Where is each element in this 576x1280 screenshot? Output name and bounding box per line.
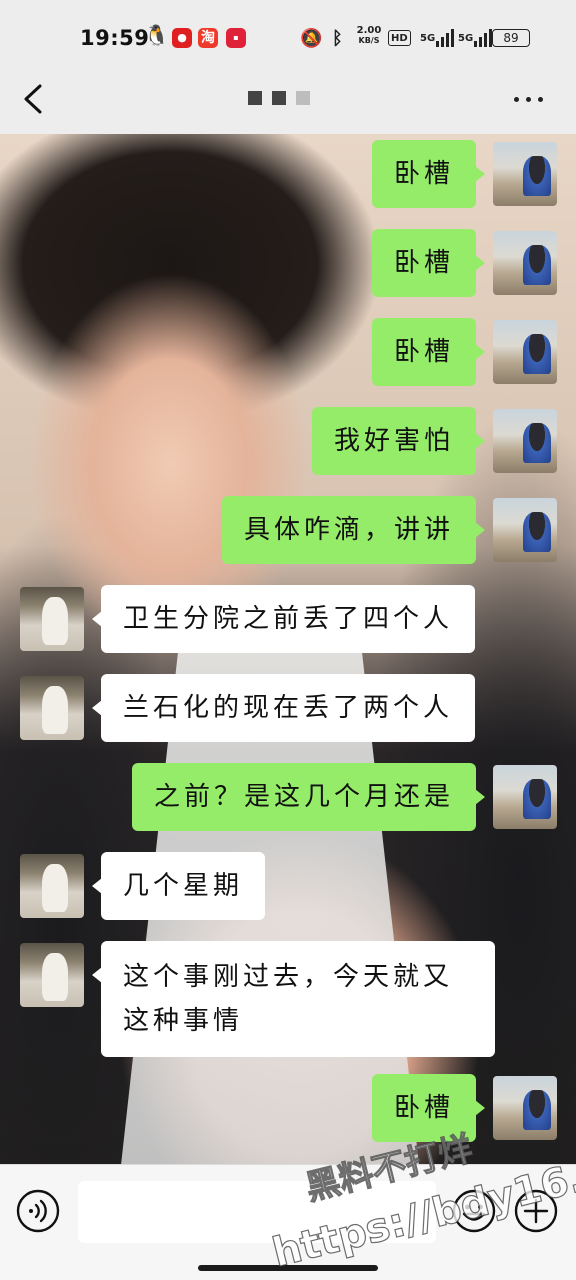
- app-notification-icon: ●: [172, 28, 192, 48]
- network-speed-value: 2.00: [356, 25, 382, 36]
- my-avatar[interactable]: [493, 1076, 557, 1140]
- my-avatar[interactable]: [493, 231, 557, 295]
- message-bubble-received[interactable]: 几个星期: [91, 852, 266, 920]
- redacted-block: [296, 91, 310, 105]
- message-bubble-sent[interactable]: 卧槽: [371, 229, 486, 297]
- message-bubble-received[interactable]: 卫生分院之前丢了四个人: [91, 585, 476, 653]
- taobao-icon: 淘: [198, 28, 218, 48]
- battery-icon: 89: [492, 29, 530, 47]
- message-row: 卧槽: [0, 229, 576, 299]
- message-row: 卫生分院之前丢了四个人: [0, 585, 576, 655]
- message-row: 几个星期: [0, 852, 576, 922]
- message-row: 卧槽: [0, 1074, 576, 1144]
- message-bubble-sent[interactable]: 具体咋滴，讲讲: [221, 496, 486, 564]
- message-bubble-sent[interactable]: 我好害怕: [311, 407, 486, 475]
- message-bubble-received[interactable]: 这个事刚过去，今天就又这种事情: [92, 941, 495, 1057]
- message-row: 兰石化的现在丢了两个人: [0, 674, 576, 744]
- my-avatar[interactable]: [493, 320, 557, 384]
- signal-label: 5G: [420, 32, 436, 44]
- redacted-block: [248, 91, 262, 105]
- my-avatar[interactable]: [493, 498, 557, 562]
- message-row: 这个事刚过去，今天就又这种事情: [0, 941, 576, 1057]
- contact-avatar[interactable]: [20, 854, 84, 918]
- hd-badge: HD: [388, 30, 411, 46]
- status-time: 19:59: [80, 26, 150, 50]
- network-speed-unit: KB/S: [358, 36, 380, 45]
- message-bubble-received[interactable]: 兰石化的现在丢了两个人: [91, 674, 476, 742]
- qq-icon: 🐧: [144, 23, 169, 47]
- contact-avatar[interactable]: [20, 943, 84, 1007]
- contact-avatar[interactable]: [20, 676, 84, 740]
- message-bubble-sent[interactable]: 卧槽: [371, 140, 486, 208]
- my-avatar[interactable]: [493, 142, 557, 206]
- message-row: 我好害怕: [0, 407, 576, 477]
- redbook-icon: ▪: [226, 28, 246, 48]
- signal-label: 5G: [458, 32, 474, 44]
- contact-avatar[interactable]: [20, 587, 84, 651]
- chat-header: [0, 64, 576, 134]
- signal-icon: 5G: [458, 26, 493, 50]
- more-options-icon[interactable]: [514, 92, 548, 106]
- signal-icon: 5G: [420, 26, 455, 50]
- network-speed: 2.00 KB/S: [356, 26, 382, 50]
- message-bubble-sent[interactable]: 卧槽: [371, 318, 486, 386]
- chat-area[interactable]: 卧槽 卧槽 卧槽 我好害怕 具体咋滴，讲讲 卫生分院之前丢了四个人 兰石化的现在…: [0, 134, 576, 1164]
- status-bar: 19:59 🐧 ● 淘 ▪ 🔕 ᛒ 2.00 KB/S HD 5G 5G 89: [0, 0, 576, 64]
- voice-icon[interactable]: [16, 1189, 60, 1233]
- bluetooth-icon: ᛒ: [332, 27, 343, 49]
- message-row: 具体咋滴，讲讲: [0, 496, 576, 566]
- battery-level: 89: [503, 31, 519, 45]
- message-bubble-sent[interactable]: 之前？是这几个月还是: [131, 763, 486, 831]
- message-row: 卧槽: [0, 140, 576, 210]
- message-row: 之前？是这几个月还是: [0, 763, 576, 833]
- mute-icon: 🔕: [300, 27, 323, 49]
- redacted-block: [272, 91, 286, 105]
- my-avatar[interactable]: [493, 765, 557, 829]
- message-row: 卧槽: [0, 318, 576, 388]
- chat-title-obscured: [248, 88, 310, 108]
- back-icon[interactable]: [20, 82, 50, 116]
- my-avatar[interactable]: [493, 409, 557, 473]
